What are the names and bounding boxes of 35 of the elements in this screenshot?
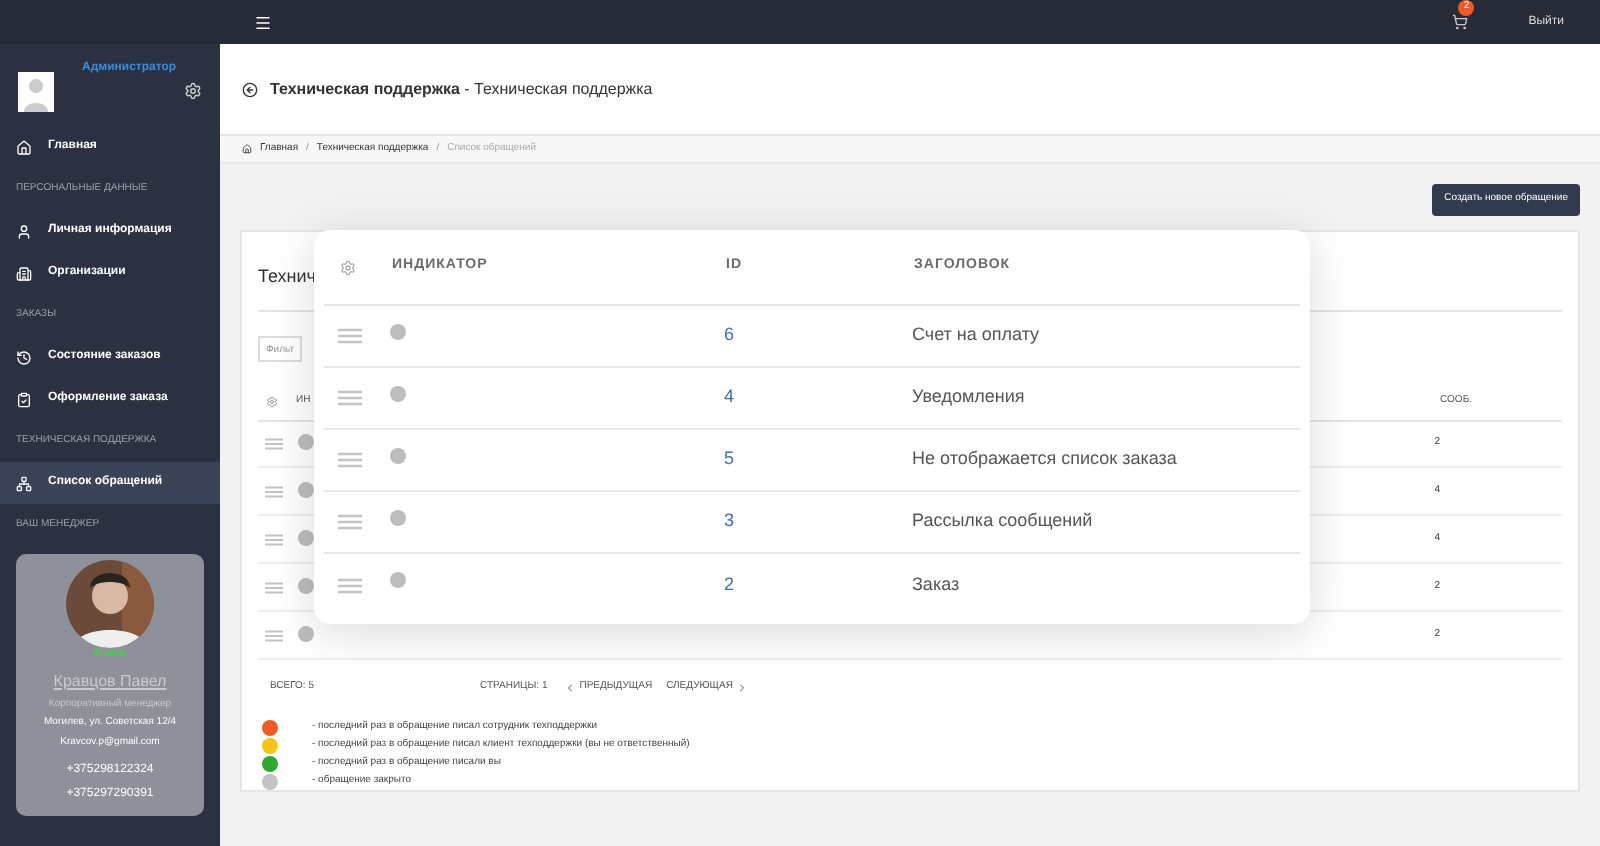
table-cell-text: Счет на оплату	[912, 322, 1040, 349]
back-icon[interactable]	[242, 81, 258, 97]
table-cell-text: Рассылка сообщений	[912, 508, 1093, 535]
home-icon	[16, 139, 32, 155]
home-icon	[242, 144, 252, 154]
building-icon	[16, 265, 32, 281]
drag-handle-icon[interactable]	[338, 577, 362, 593]
history-icon	[16, 349, 32, 365]
drag-handle-icon[interactable]	[338, 452, 362, 468]
user-icon	[16, 223, 32, 239]
drag-handle-icon[interactable]	[265, 629, 283, 642]
id-link[interactable]: 5	[724, 446, 912, 474]
network-icon	[16, 475, 32, 491]
clipboard-icon	[16, 391, 32, 407]
drag-handle-icon[interactable]	[338, 328, 362, 344]
avatar-icon	[18, 71, 54, 111]
id-link[interactable]: 2	[724, 571, 912, 599]
id-link[interactable]: 3	[724, 508, 912, 536]
drag-handle-icon[interactable]	[265, 485, 283, 498]
chevron-right-icon	[736, 681, 749, 693]
drag-handle-icon[interactable]	[265, 581, 283, 594]
drag-handle-icon[interactable]	[338, 514, 362, 530]
chevron-left-icon	[563, 681, 576, 693]
drag-handle-icon[interactable]	[265, 438, 283, 450]
table-cell-text: Уведомления	[912, 384, 1025, 411]
cart-icon[interactable]	[1452, 14, 1469, 30]
drag-handle-icon[interactable]	[338, 390, 362, 406]
drag-handle-icon[interactable]	[265, 533, 283, 546]
menu-icon[interactable]	[254, 13, 272, 31]
table-cell-text: Не отображается список заказа	[912, 446, 1177, 473]
table-cell-text: Заказ	[912, 571, 960, 598]
id-link[interactable]: 6	[724, 322, 912, 350]
id-link[interactable]: 4	[724, 384, 912, 412]
settings-icon[interactable]	[184, 82, 202, 100]
page-title: Техническая поддержка - Техническая поддержка	[270, 77, 653, 101]
